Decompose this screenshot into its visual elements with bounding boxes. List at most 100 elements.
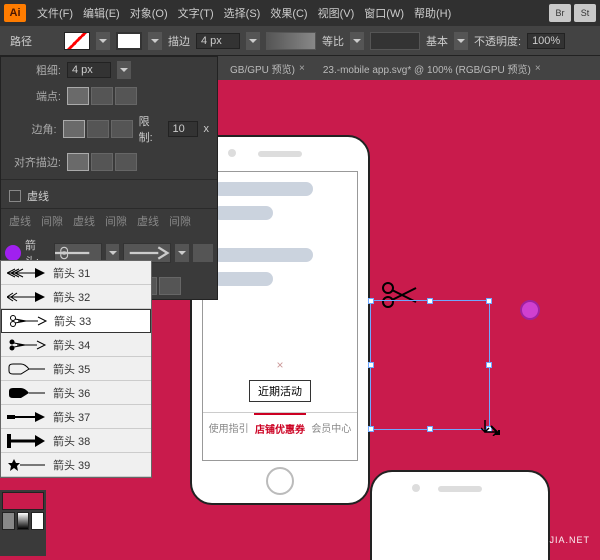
- cap-square[interactable]: [115, 87, 137, 105]
- stroke-weight-dd[interactable]: [246, 32, 260, 50]
- fill-swatch[interactable]: [64, 32, 90, 50]
- nav-guide: 使用指引: [203, 413, 254, 442]
- align-center[interactable]: [67, 153, 89, 171]
- placeholder-pill: [213, 248, 313, 262]
- align-buttons: [67, 153, 137, 171]
- hand-arrow-icon: [7, 386, 47, 400]
- dashed-label: 虚线: [27, 188, 49, 204]
- arrow-option-38[interactable]: 箭头 38: [1, 429, 151, 453]
- path-label: 路径: [10, 33, 32, 49]
- cap-butt[interactable]: [67, 87, 89, 105]
- handle-tr[interactable]: [486, 298, 492, 304]
- vsp-seg[interactable]: [266, 32, 316, 50]
- profile-dd[interactable]: [454, 32, 468, 50]
- stroke-weight-input[interactable]: [196, 33, 240, 49]
- arrow-option-label: 箭头 34: [53, 337, 90, 353]
- arrow-option-35[interactable]: 箭头 35: [1, 357, 151, 381]
- dashed-checkbox[interactable]: [9, 190, 21, 202]
- cap-round[interactable]: [91, 87, 113, 105]
- col: 间隙: [41, 213, 63, 229]
- cap-buttons: [67, 87, 137, 105]
- handle-tm[interactable]: [427, 298, 433, 304]
- corner-buttons: [63, 120, 133, 138]
- selection-box[interactable]: [370, 300, 490, 430]
- scale-dd[interactable]: [350, 32, 364, 50]
- doc-tab-1[interactable]: GB/GPU 预览) ×: [224, 59, 311, 78]
- menu-effect[interactable]: 效果(C): [265, 5, 312, 21]
- menu-window[interactable]: 窗口(W): [359, 5, 409, 21]
- menu-view[interactable]: 视图(V): [313, 5, 360, 21]
- menu-file[interactable]: 文件(F): [32, 5, 78, 21]
- placeholder-pill: [213, 182, 313, 196]
- tab-close-icon[interactable]: ×: [299, 63, 305, 74]
- handle-ml[interactable]: [368, 362, 374, 368]
- nav-coupon: 店铺优惠券: [254, 413, 305, 442]
- arrow-option-33[interactable]: 箭头 33: [1, 309, 151, 333]
- bridge-icon[interactable]: Br: [549, 4, 571, 22]
- swap-arrows-icon[interactable]: [193, 244, 213, 262]
- profile-seg[interactable]: [370, 32, 420, 50]
- mode-color[interactable]: [2, 512, 15, 530]
- stroke-dropdown[interactable]: [148, 32, 162, 50]
- scale-label: 等比: [322, 33, 344, 49]
- phone-screen: × 近期活动 使用指引 店铺优惠券 会员中心: [202, 171, 358, 461]
- hand-arrow-icon: [7, 362, 47, 376]
- menu-edit[interactable]: 编辑(E): [78, 5, 125, 21]
- arrow-end-dd[interactable]: [175, 244, 189, 262]
- camera-dot: [412, 484, 420, 492]
- handle-mr[interactable]: [486, 362, 492, 368]
- weight-label: 粗细:: [9, 62, 61, 78]
- arrow-option-31[interactable]: 箭头 31: [1, 261, 151, 285]
- mode-none[interactable]: [31, 512, 44, 530]
- nav-member: 会员中心: [306, 413, 357, 442]
- feather-arrow-icon: [7, 290, 47, 304]
- doc-tab-2[interactable]: 23.-mobile app.svg* @ 100% (RGB/GPU 预览) …: [317, 59, 547, 78]
- tab-close-icon[interactable]: ×: [535, 63, 541, 74]
- scissors-arrow-icon: [8, 314, 48, 328]
- menubar: Ai 文件(F) 编辑(E) 对象(O) 文字(T) 选择(S) 效果(C) 视…: [0, 0, 600, 26]
- stock-icon[interactable]: St: [574, 4, 596, 22]
- corner-round[interactable]: [87, 120, 109, 138]
- col: 虚线: [9, 213, 31, 229]
- arrow-option-36[interactable]: 箭头 36: [1, 381, 151, 405]
- arrow-option-39[interactable]: 箭头 39: [1, 453, 151, 477]
- menu-type[interactable]: 文字(T): [173, 5, 219, 21]
- align-label: 对齐描边:: [9, 154, 61, 170]
- menu-object[interactable]: 对象(O): [125, 5, 173, 21]
- stroke-swatch[interactable]: [116, 32, 142, 50]
- handle-bl[interactable]: [368, 426, 374, 432]
- menu-help[interactable]: 帮助(H): [409, 5, 456, 21]
- handle-bm[interactable]: [427, 426, 433, 432]
- stroke-label: 描边: [168, 33, 190, 49]
- weight-input[interactable]: [67, 62, 111, 78]
- mode-gradient[interactable]: [17, 512, 30, 530]
- arrow-align-b[interactable]: [159, 277, 181, 295]
- fg-swatch[interactable]: [2, 492, 44, 510]
- opacity-input[interactable]: [527, 33, 565, 49]
- col: 间隙: [169, 213, 191, 229]
- menu-select[interactable]: 选择(S): [219, 5, 266, 21]
- document-tabs: GB/GPU 预览) × 23.-mobile app.svg* @ 100% …: [218, 56, 600, 80]
- arrow-option-label: 箭头 37: [53, 409, 90, 425]
- placeholder-pill: [213, 206, 273, 220]
- handle-tl[interactable]: [368, 298, 374, 304]
- corner-miter[interactable]: [63, 120, 85, 138]
- align-outside[interactable]: [115, 153, 137, 171]
- align-inside[interactable]: [91, 153, 113, 171]
- arrow-option-label: 箭头 36: [53, 385, 90, 401]
- fill-dropdown[interactable]: [96, 32, 110, 50]
- tab-label: GB/GPU 预览): [230, 61, 295, 76]
- weight-dd[interactable]: [117, 61, 131, 79]
- col: 虚线: [137, 213, 159, 229]
- arrow-option-label: 箭头 38: [53, 433, 90, 449]
- arrow-option-32[interactable]: 箭头 32: [1, 285, 151, 309]
- limit-input[interactable]: [168, 121, 198, 137]
- speaker-slot: [258, 151, 302, 157]
- cap-label: 端点:: [9, 88, 61, 104]
- house-logo-icon: [450, 514, 486, 546]
- corner-bevel[interactable]: [111, 120, 133, 138]
- arrow-option-37[interactable]: 箭头 37: [1, 405, 151, 429]
- arrow-color-circle: [5, 245, 21, 261]
- arrow-option-34[interactable]: 箭头 34: [1, 333, 151, 357]
- limit-label: 限制:: [139, 113, 162, 145]
